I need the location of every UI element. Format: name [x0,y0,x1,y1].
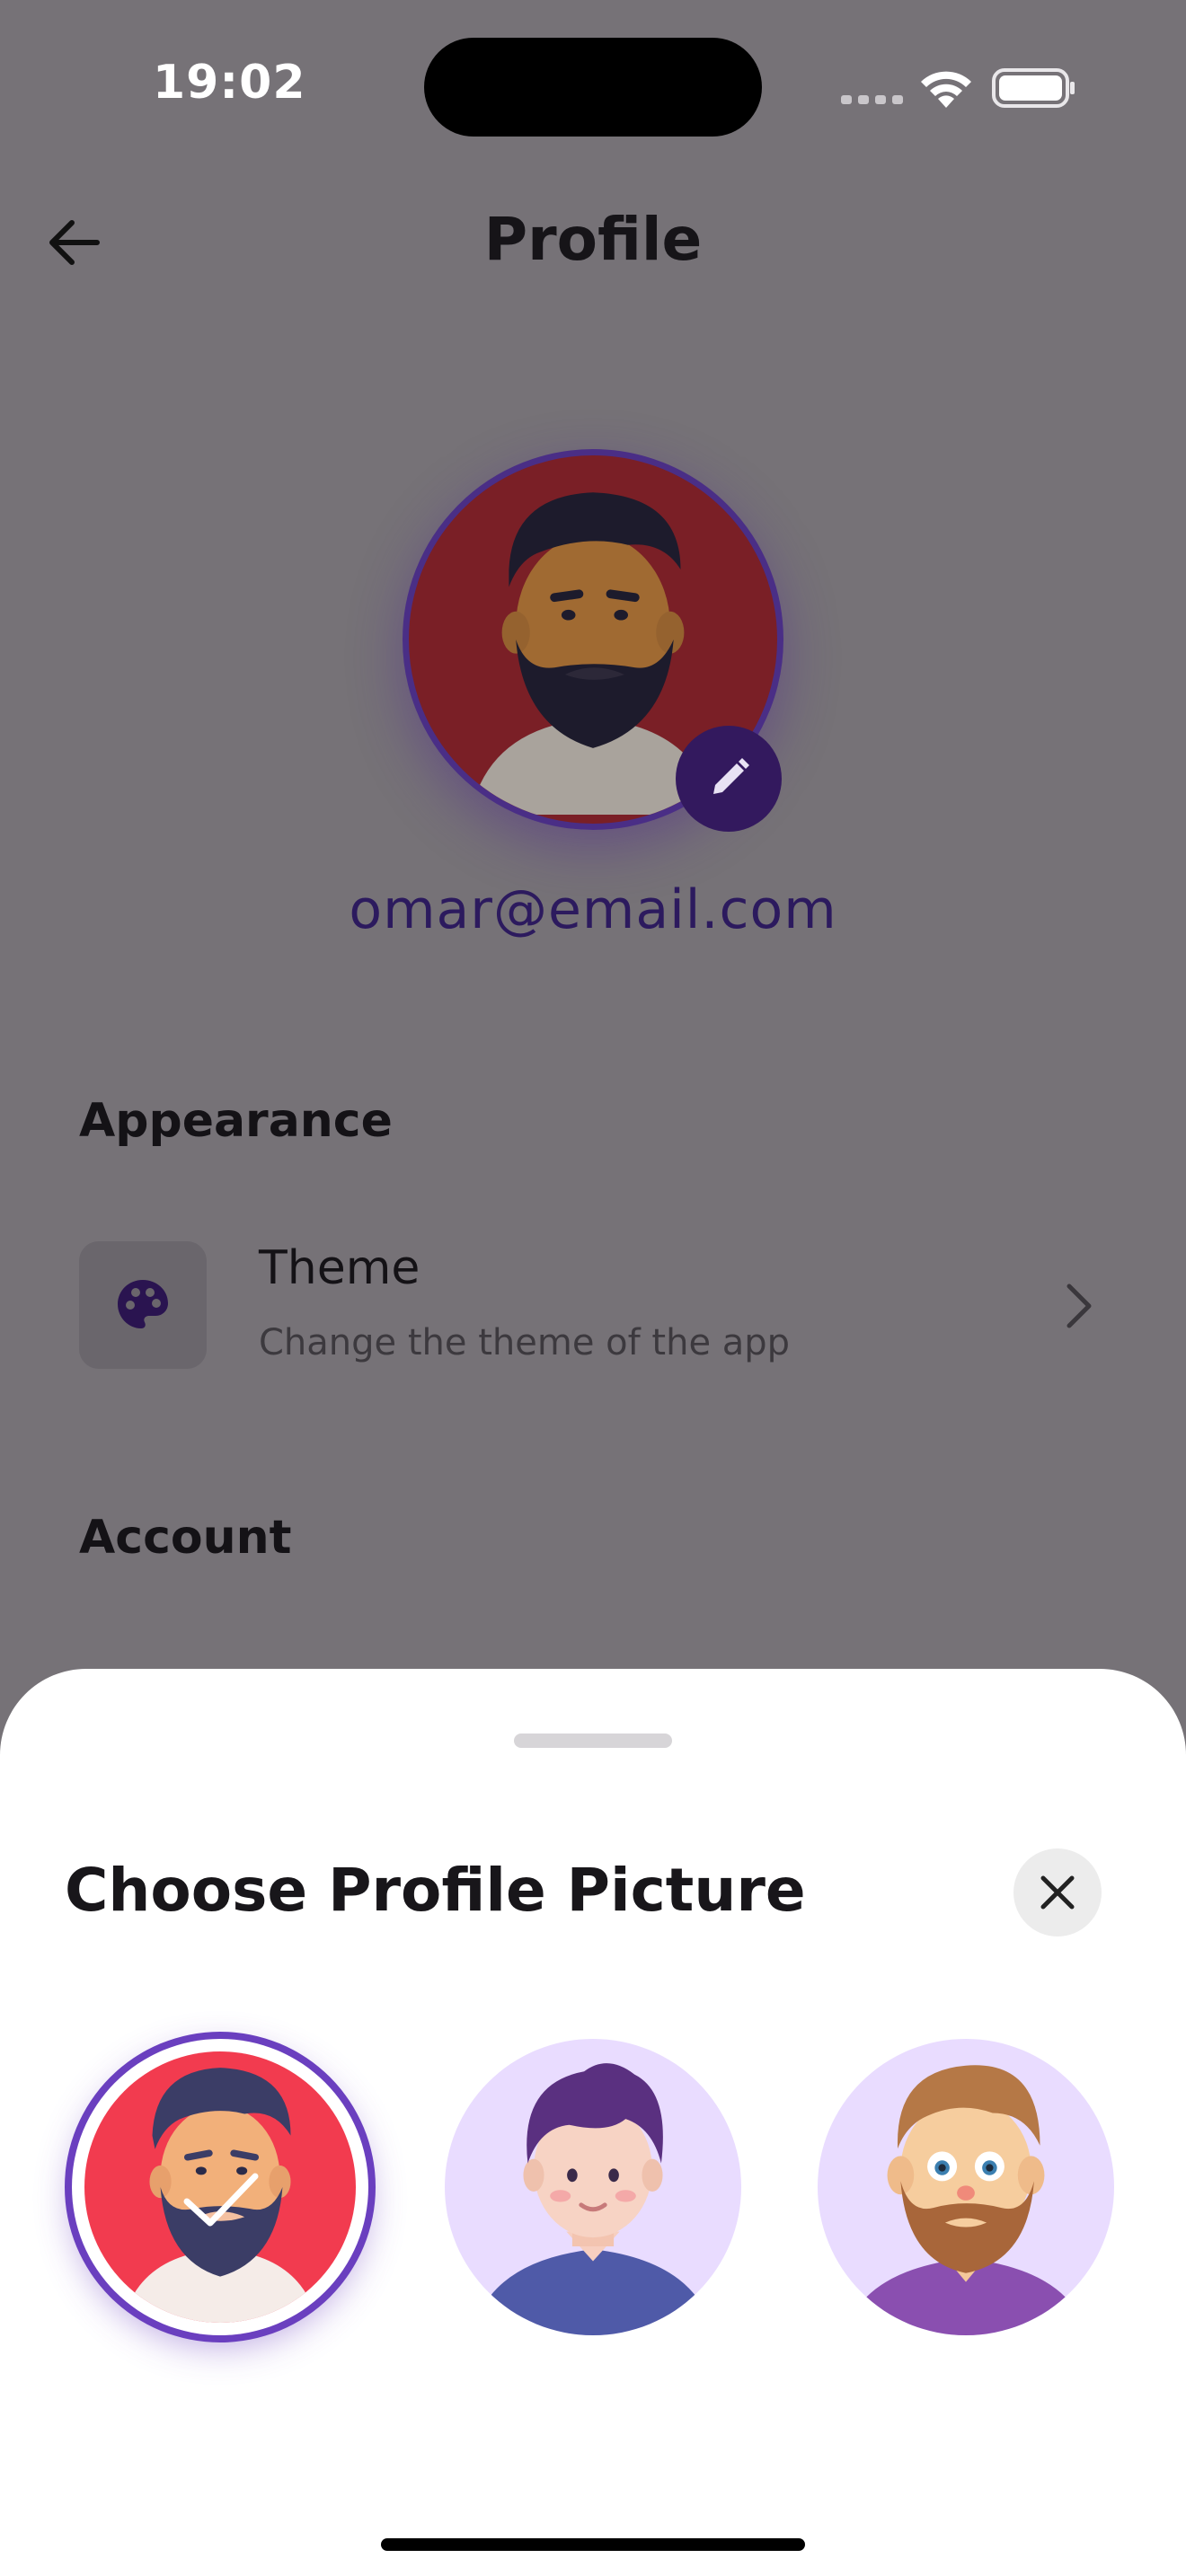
status-bar: 19:02 [0,0,1186,171]
edit-avatar-button[interactable] [676,726,782,832]
section-title-appearance: Appearance [79,1094,393,1148]
section-title-account: Account [79,1511,292,1565]
battery-icon [992,68,1075,108]
theme-subtitle: Change the theme of the app [259,1322,791,1363]
status-time: 19:02 [153,56,306,110]
purple-hair-man-avatar-icon [445,2039,741,2335]
close-icon [1040,1875,1075,1910]
chevron-right-icon [1067,1284,1092,1328]
profile-email: omar@email.com [349,878,837,941]
home-indicator [381,2538,805,2551]
cellular-signal-icon [841,95,903,104]
app-bar: Profile [0,180,1186,305]
avatar-option-ginger-beard-man[interactable] [818,2039,1114,2335]
page-title: Profile [483,205,703,274]
pencil-icon [713,758,749,794]
avatar-option-purple-hair-man[interactable] [445,2039,741,2335]
ginger-beard-man-avatar-icon [818,2039,1114,2335]
sheet-drag-handle[interactable] [514,1734,672,1748]
palette-icon [118,1280,168,1328]
sheet-title: Choose Profile Picture [65,1856,806,1925]
theme-title: Theme [259,1241,420,1295]
dynamic-island [424,38,762,137]
selected-check-icon [183,2173,259,2227]
theme-icon-box [79,1241,207,1369]
theme-setting-row[interactable]: Theme Change the theme of the app [54,1222,1132,1383]
close-sheet-button[interactable] [1013,1848,1102,1936]
wifi-icon [921,71,971,108]
